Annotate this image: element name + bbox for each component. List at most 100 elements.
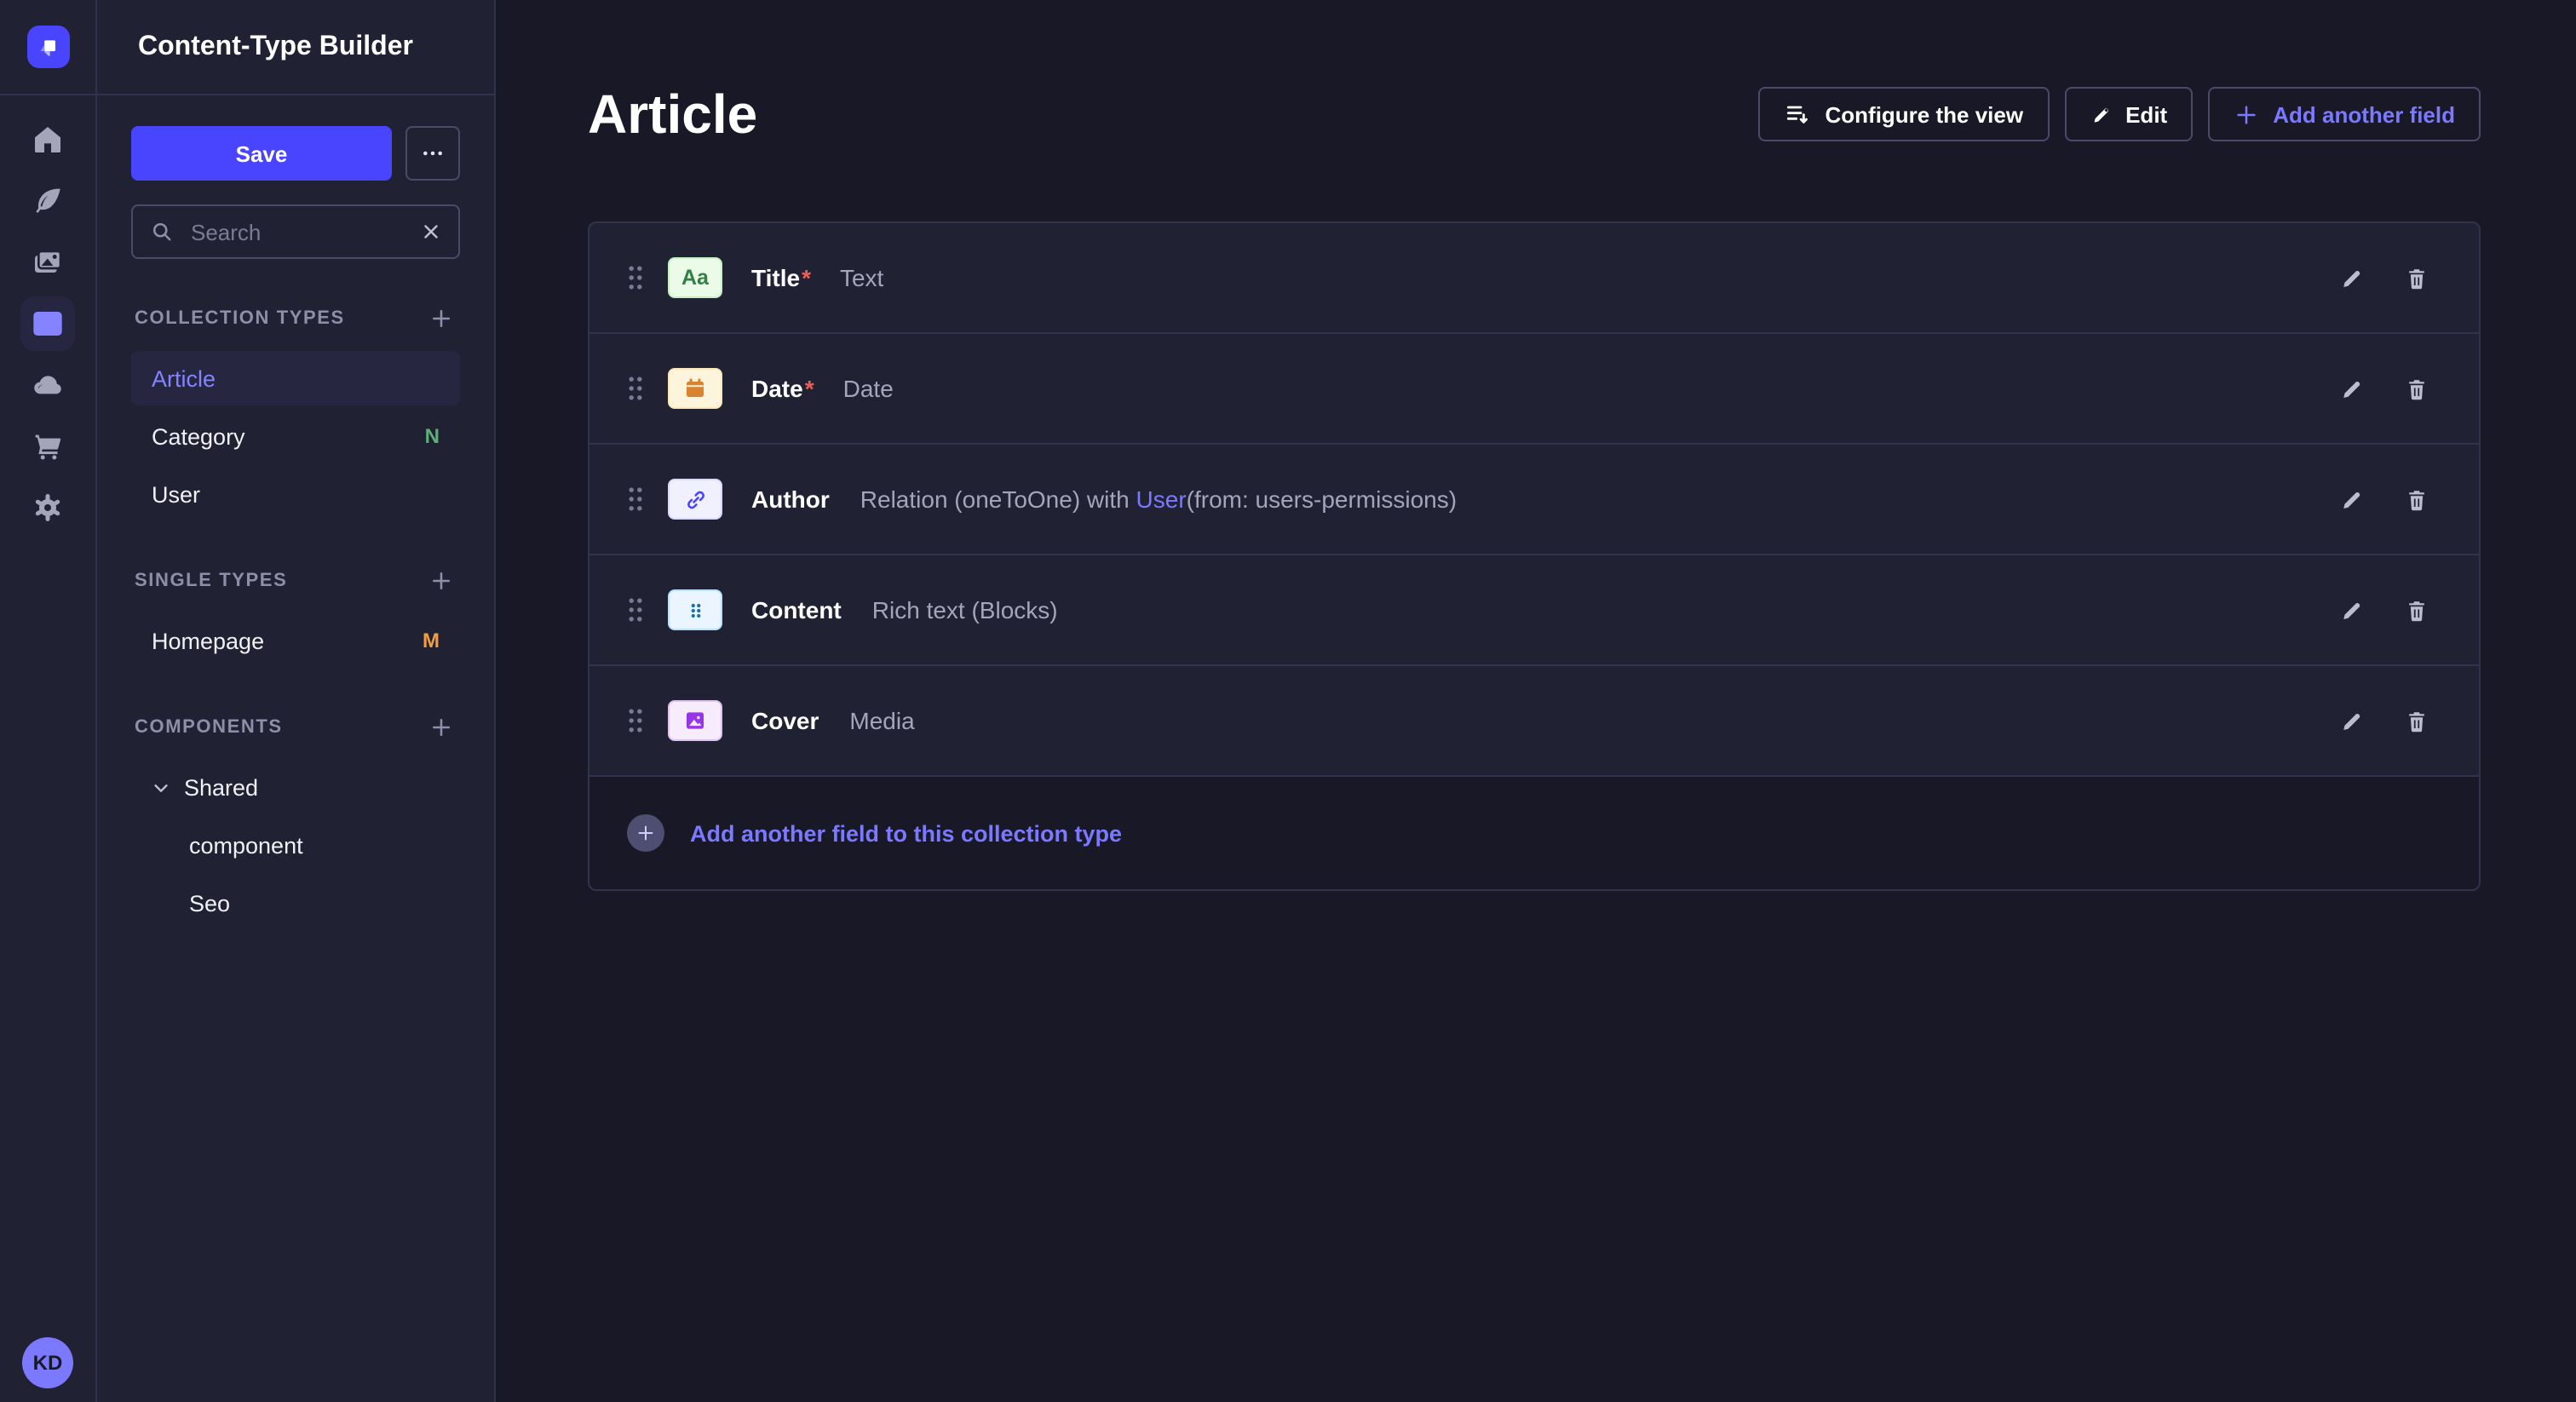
sidebar-item-label: Shared [184,774,258,800]
page-title: Article [588,83,757,146]
add-field-to-collection-label[interactable]: Add another field to this collection typ… [690,820,1122,846]
field-type: Media [849,707,914,734]
app: KD Content-Type Builder Save [0,0,2576,1402]
save-button[interactable]: Save [131,126,392,181]
edit-field-button[interactable] [2329,256,2373,300]
drag-handle-icon[interactable] [627,707,644,734]
clear-search-icon[interactable] [421,221,441,242]
pencil-icon [2090,103,2112,125]
configure-list-icon [1785,101,1812,128]
home-icon[interactable] [20,112,75,167]
content-type-builder-icon[interactable] [20,296,75,351]
edit-button[interactable]: Edit [2064,87,2193,141]
fields-table: Aa Title* Text Date* [588,221,2481,891]
sidebar-item-label: Seo [189,890,230,916]
configure-view-button[interactable]: Configure the view [1759,87,2050,141]
drag-handle-icon[interactable] [627,264,644,291]
blocks-field-icon [668,589,722,630]
rail-nav [20,112,75,535]
add-another-field-button[interactable]: Add another field [2208,87,2481,141]
sidebar-item-article[interactable]: Article [131,351,460,405]
chevron-down-icon [152,778,170,796]
drag-handle-icon[interactable] [627,486,644,513]
user-avatar[interactable]: KD [22,1337,73,1388]
delete-field-button[interactable] [2394,477,2438,521]
table-row: Author Relation (oneToOne) with User(fro… [589,445,2479,555]
text-field-icon: Aa [668,257,722,298]
required-mark: * [805,375,814,402]
content-manager-feather-icon[interactable] [20,174,75,228]
section-label: SINGLE TYPES [135,571,287,591]
section-label: COMPONENTS [135,717,283,738]
sidebar-item-homepage[interactable]: Homepage M [131,613,460,668]
rail-header [0,0,95,95]
sidebar: Content-Type Builder Save [97,0,496,1402]
plus-icon [2234,101,2259,127]
more-options-button[interactable] [405,126,460,181]
date-field-icon [668,368,722,409]
configure-view-label: Configure the view [1826,101,2024,127]
status-badge-new: N [425,424,440,448]
cloud-icon[interactable] [20,358,75,412]
add-component-icon[interactable] [426,712,457,743]
edit-field-button[interactable] [2329,477,2373,521]
sidebar-item-shared[interactable]: Shared [131,760,460,814]
sidebar-item-component[interactable]: component [131,818,460,872]
marketplace-cart-icon[interactable] [20,419,75,474]
delete-field-button[interactable] [2394,256,2438,300]
edit-field-button[interactable] [2329,698,2373,743]
sidebar-item-label: Homepage [152,628,264,653]
table-row: Aa Title* Text [589,223,2479,334]
drag-handle-icon[interactable] [627,375,644,402]
sidebar-header: Content-Type Builder [97,0,494,95]
edit-field-button[interactable] [2329,366,2373,411]
field-type: Relation (oneToOne) with User(from: user… [860,486,1457,513]
drag-handle-icon[interactable] [627,596,644,623]
collection-types-section: COLLECTION TYPES Article Category N [131,303,460,521]
delete-field-button[interactable] [2394,698,2438,743]
table-row: Cover Media [589,666,2479,777]
field-name: Content [751,596,842,623]
search-icon [150,220,174,244]
sidebar-item-label: Article [152,365,216,391]
edit-field-button[interactable] [2329,588,2373,632]
sidebar-item-seo[interactable]: Seo [131,876,460,930]
field-type: Text [840,264,883,291]
status-badge-modified: M [423,629,440,652]
sidebar-item-category[interactable]: Category N [131,409,460,463]
field-name: Author [751,486,830,513]
delete-field-button[interactable] [2394,366,2438,411]
sidebar-item-label: component [189,832,303,858]
header-actions: Configure the view Edit Add another fiel… [1759,87,2481,141]
components-section: COMPONENTS Shared component [131,712,460,930]
sidebar-title: Content-Type Builder [138,32,413,62]
field-name: Title [751,264,800,291]
field-type: Rich text (Blocks) [872,596,1058,623]
plus-circle-icon [627,814,664,852]
media-library-icon[interactable] [20,235,75,290]
strapi-logo-icon[interactable] [26,26,69,68]
main-content: Article Configure the view Edit [496,0,2576,1402]
required-mark: * [802,264,811,291]
relation-field-icon [668,479,722,520]
sidebar-item-label: User [152,481,200,507]
settings-gear-icon[interactable] [20,480,75,535]
relation-target-link[interactable]: User [1136,486,1187,513]
media-field-icon [668,700,722,741]
single-types-section: SINGLE TYPES Homepage M [131,566,460,668]
search-input[interactable] [187,217,407,246]
add-field-label: Add another field [2273,101,2455,127]
search-box [131,204,460,259]
main-nav-rail: KD [0,0,97,1402]
delete-field-button[interactable] [2394,588,2438,632]
table-row: Date* Date [589,334,2479,445]
sidebar-item-user[interactable]: User [131,467,460,521]
section-label: COLLECTION TYPES [135,308,345,329]
field-type: Date [843,375,894,402]
edit-label: Edit [2125,101,2167,127]
add-collection-type-icon[interactable] [426,303,457,334]
add-single-type-icon[interactable] [426,566,457,596]
table-row: Content Rich text (Blocks) [589,555,2479,666]
add-field-row[interactable]: Add another field to this collection typ… [589,777,2479,889]
sidebar-item-label: Category [152,423,245,449]
